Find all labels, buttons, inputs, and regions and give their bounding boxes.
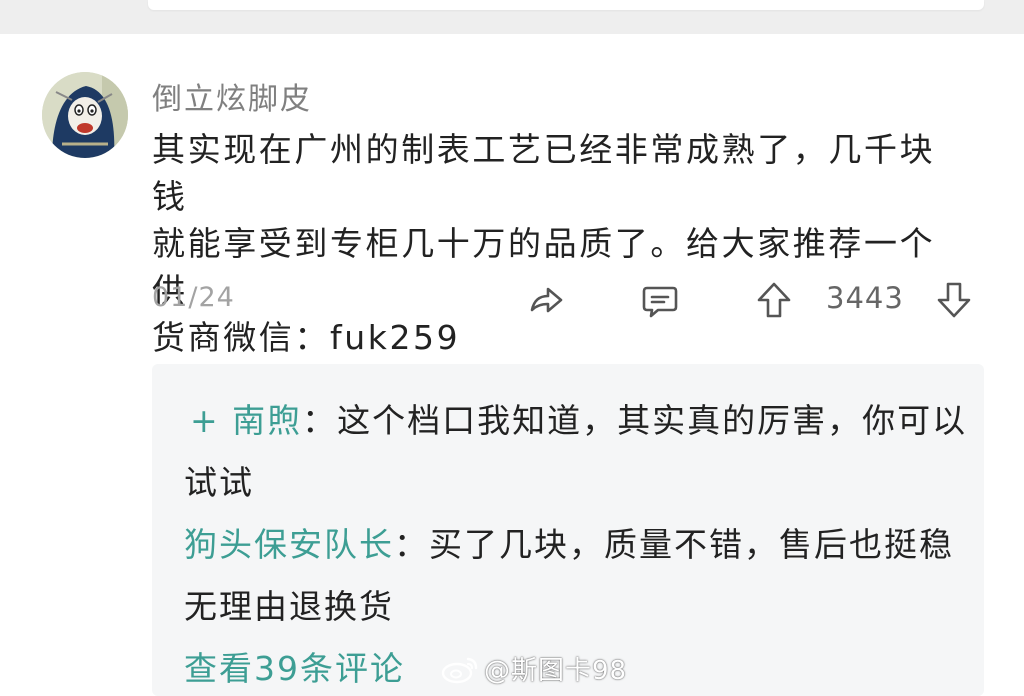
comment-card-right xyxy=(988,34,1024,696)
share-button[interactable] xyxy=(524,278,568,322)
downvote-button[interactable] xyxy=(932,278,976,322)
reply-item[interactable]: + 南煦：这个档口我知道，其实真的厉害，你可以试试 xyxy=(184,390,974,514)
share-icon xyxy=(530,287,563,313)
comment-date: 01/24 xyxy=(152,282,235,313)
comment-button[interactable] xyxy=(638,278,682,322)
upvote-icon xyxy=(757,282,791,318)
comment-username[interactable]: 倒立炫脚皮 xyxy=(152,74,312,118)
reply-separator: ： xyxy=(394,525,429,564)
reply-item[interactable]: 狗头保安队长：买了几块，质量不错，售后也挺稳无理由退换货 xyxy=(184,514,974,638)
upvote-button[interactable] xyxy=(752,278,796,322)
reply-prefix: + xyxy=(190,401,233,440)
weibo-logo-icon xyxy=(441,657,478,683)
comment-icon xyxy=(642,286,678,318)
reply-author[interactable]: 南煦 xyxy=(232,401,302,440)
reply-separator: ： xyxy=(302,401,338,440)
reply-author[interactable]: 狗头保安队长 xyxy=(184,525,394,564)
view-more-comments-link[interactable]: 查看39条评论 xyxy=(184,642,405,690)
downvote-icon xyxy=(937,282,971,318)
comment-page: 倒立炫脚皮 其实现在广州的制表工艺已经非常成熟了，几千块钱 就能享受到专柜几十万… xyxy=(0,0,1024,696)
avatar[interactable] xyxy=(42,72,128,158)
comment-body: 其实现在广州的制表工艺已经非常成熟了，几千块钱 就能享受到专柜几十万的品质了。给… xyxy=(152,130,936,357)
previous-comment-card xyxy=(148,0,984,10)
avatar-cartoon-icon xyxy=(42,72,128,158)
watermark-text: @斯图卡98 xyxy=(484,656,628,686)
weibo-watermark: @斯图卡98 xyxy=(440,650,627,687)
reply-preview-box[interactable]: + 南煦：这个档口我知道，其实真的厉害，你可以试试 狗头保安队长：买了几块，质量… xyxy=(152,364,984,696)
vote-count: 3443 xyxy=(826,281,904,315)
